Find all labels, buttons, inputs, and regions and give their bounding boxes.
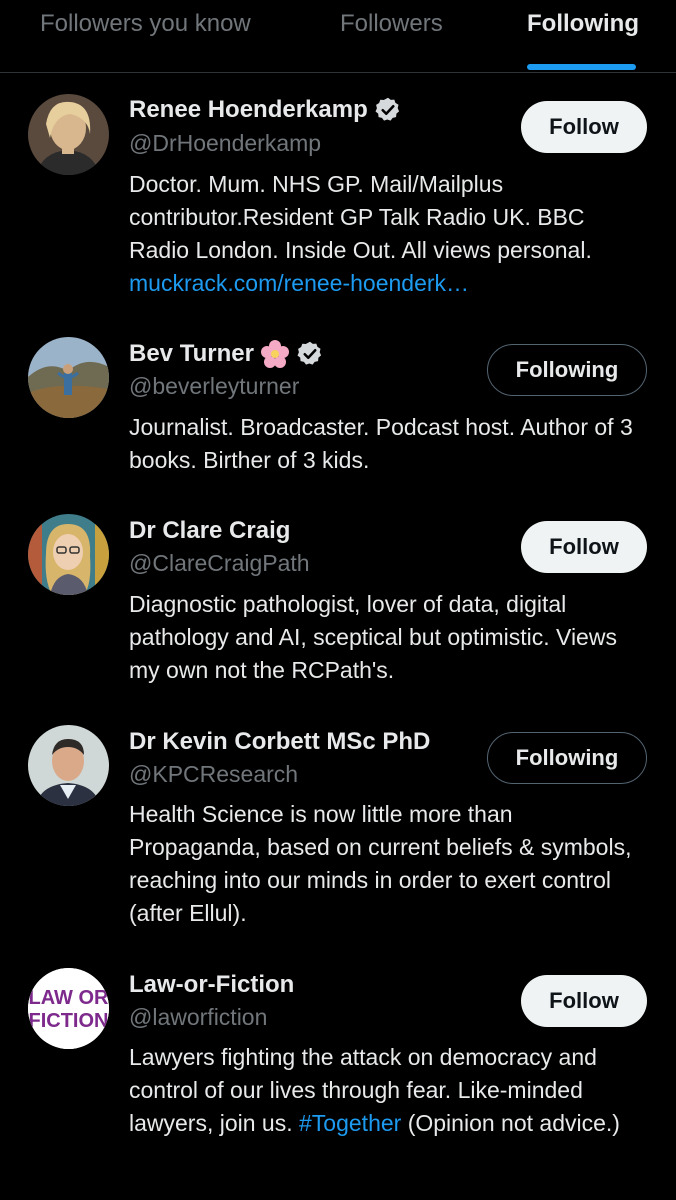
avatar[interactable] <box>28 94 109 175</box>
logo-line-2: FICTION <box>29 1010 109 1032</box>
active-tab-indicator <box>527 64 636 70</box>
user-handle[interactable]: @ClareCraigPath <box>129 550 310 577</box>
user-name-line: Dr Clare Craig <box>129 517 290 545</box>
tab-followers-you-know[interactable]: Followers you know <box>40 10 251 38</box>
user-bio: Diagnostic pathologist, lover of data, d… <box>129 591 617 683</box>
avatar[interactable] <box>28 514 109 595</box>
verified-badge-icon <box>375 97 399 121</box>
verified-badge-icon <box>297 341 322 365</box>
follow-button[interactable]: Follow <box>521 975 647 1027</box>
tab-followers[interactable]: Followers <box>340 10 443 38</box>
user-name: Dr Clare Craig <box>129 517 291 544</box>
user-bio: Doctor. Mum. NHS GP. Mail/Mailplus contr… <box>129 168 649 300</box>
avatar[interactable] <box>28 337 109 418</box>
user-bio: Health Science is now little more than P… <box>129 801 632 926</box>
user-handle[interactable]: @laworfiction <box>129 1004 267 1031</box>
user-name: Law-or-Fiction <box>129 971 295 998</box>
user-name-line: Dr Kevin Corbett MSc PhD <box>129 728 430 756</box>
user-handle[interactable]: @KPCResearch <box>129 761 298 788</box>
avatar[interactable]: LAW OR FICTION <box>28 968 109 1049</box>
tab-following[interactable]: Following <box>527 10 639 38</box>
user-name: Dr Kevin Corbett MSc PhD <box>129 728 431 755</box>
following-button[interactable]: Following <box>487 732 647 784</box>
hashtag-link[interactable]: #Together <box>299 1110 401 1136</box>
follow-button[interactable]: Follow <box>521 521 647 573</box>
bio-link[interactable]: muckrack.com/renee-hoenderk… <box>129 270 469 296</box>
user-name-line: Law-or-Fiction <box>129 971 294 999</box>
user-bio-text: Doctor. Mum. NHS GP. Mail/Mailplus contr… <box>129 171 592 263</box>
user-name: Renee Hoenderkamp <box>129 96 368 123</box>
follow-button[interactable]: Follow <box>521 101 647 153</box>
user-name: Bev Turner <box>129 340 254 367</box>
following-button[interactable]: Following <box>487 344 647 396</box>
user-bio: Journalist. Broadcaster. Podcast host. A… <box>129 414 633 473</box>
cherry-blossom-icon <box>260 340 289 368</box>
logo-line-1: LAW OR <box>29 987 110 1009</box>
user-bio-text: (Opinion not advice.) <box>401 1110 620 1136</box>
user-name-line: Bev Turner <box>129 339 324 369</box>
avatar[interactable] <box>28 725 109 806</box>
user-handle[interactable]: @beverleyturner <box>129 373 299 400</box>
user-handle[interactable]: @DrHoenderkamp <box>129 130 321 157</box>
user-bio: Lawyers fighting the attack on democracy… <box>129 1041 649 1140</box>
profile-tabs: Followers you know Followers Following <box>0 0 676 73</box>
user-name-line: Renee Hoenderkamp <box>129 96 402 124</box>
